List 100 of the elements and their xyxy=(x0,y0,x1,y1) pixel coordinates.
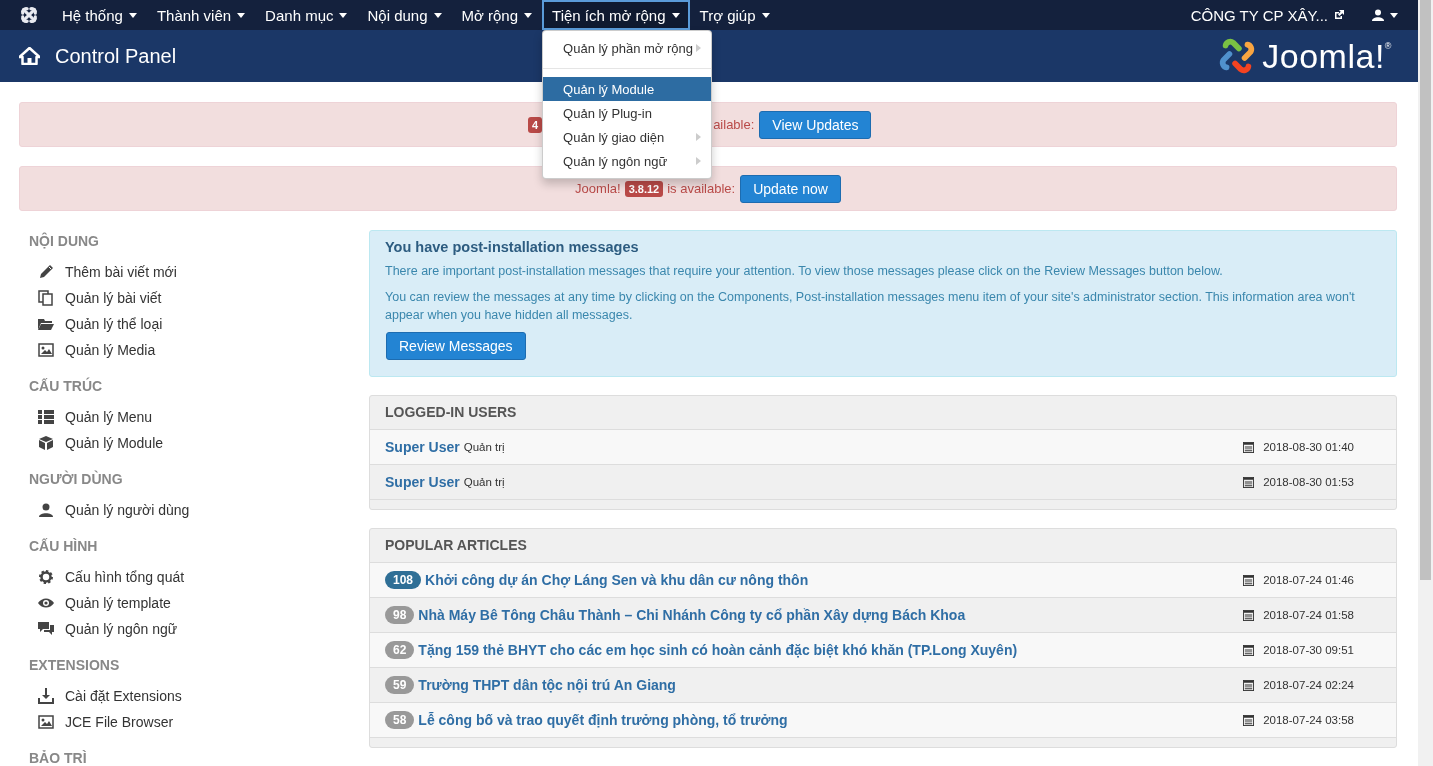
hits-badge: 58 xyxy=(385,711,415,729)
joomla-logo-icon[interactable] xyxy=(20,6,38,24)
login-time: 2018-08-30 01:53 xyxy=(1263,476,1354,488)
chat-icon xyxy=(38,621,54,637)
submenu-arrow-icon xyxy=(696,133,702,141)
caret-icon xyxy=(524,12,533,18)
update-now-button[interactable]: Update now xyxy=(740,174,841,203)
nav-menu[interactable]: Thành viên xyxy=(146,0,256,30)
panel-title: LOGGED-IN USERS xyxy=(384,403,518,422)
sidebar-heading: NỘI DUNG xyxy=(29,232,100,250)
alert-text: ailable: xyxy=(713,117,755,132)
sidebar-link[interactable]: Quản lý template xyxy=(65,595,171,611)
hits-badge: 62 xyxy=(385,641,415,659)
calendar-icon xyxy=(1243,714,1255,726)
count-badge: 4 xyxy=(528,116,543,133)
sidebar-heading: CẤU HÌNH xyxy=(29,537,99,555)
user-link[interactable]: Super User xyxy=(385,474,460,490)
scrollbar[interactable] xyxy=(1418,0,1433,766)
folder-icon xyxy=(38,316,54,332)
nav-menu[interactable]: Trợ giúp xyxy=(689,0,780,30)
logo-text: Joomla!$^{®}$ xyxy=(1262,36,1392,76)
article-link[interactable]: Tặng 159 thẻ BHYT cho các em học sinh có hoàn cảnh đặc biệt khó khăn (TP.Long Xuyên) xyxy=(418,642,1018,658)
user-icon xyxy=(38,502,54,518)
info-text: There are important post-installation messages that require your attention. To view those messages please click on the Review Messages button below. xyxy=(385,263,1224,280)
calendar-icon xyxy=(1243,441,1255,453)
hits-badge: 98 xyxy=(385,606,415,624)
user-link[interactable]: Super User xyxy=(385,439,460,455)
view-updates-button[interactable]: View Updates xyxy=(759,110,872,139)
caret-icon xyxy=(1390,12,1398,18)
article-date: 2018-07-24 01:46 xyxy=(1263,574,1354,586)
article-date: 2018-07-24 02:24 xyxy=(1263,679,1354,691)
info-text: You can review the messages at any time by clicking on the Components, Post-installation messages menu item of your site's administrator section. This information area won't appear when you have hidden all messages. xyxy=(385,289,1356,324)
info-title: You have post-installation messages xyxy=(385,239,640,255)
alert-text: is available: xyxy=(667,181,736,196)
nav-menu[interactable]: Danh mục xyxy=(255,0,358,30)
nav-menu[interactable]: Tiện ích mở rộng xyxy=(542,0,690,30)
user-role: Quản trị xyxy=(463,441,505,453)
sidebar-link[interactable]: Quản lý bài viết xyxy=(65,290,162,306)
user-role: Quản trị xyxy=(463,476,505,488)
sidebar-link[interactable]: JCE File Browser xyxy=(65,714,174,730)
calendar-icon xyxy=(1243,574,1255,586)
sidebar-link[interactable]: Thêm bài viết mới xyxy=(65,264,177,280)
dropdown-item[interactable]: Quản lý Plug-in xyxy=(543,101,712,125)
login-time: 2018-08-30 01:40 xyxy=(1263,441,1354,453)
external-link-icon xyxy=(1334,10,1344,20)
caret-icon xyxy=(128,12,137,18)
list-icon xyxy=(38,409,54,425)
scrollbar-thumb[interactable] xyxy=(1420,0,1431,580)
user-icon xyxy=(1372,9,1384,21)
submenu-arrow-icon xyxy=(696,44,702,52)
review-messages-button[interactable]: Review Messages xyxy=(386,332,526,360)
sidebar-link[interactable]: Cài đặt Extensions xyxy=(65,688,182,704)
article-date: 2018-07-24 03:58 xyxy=(1263,714,1354,726)
sidebar-link[interactable]: Quản lý người dùng xyxy=(65,502,190,518)
sidebar-heading: BẢO TRÌ xyxy=(29,749,88,766)
calendar-icon xyxy=(1243,679,1255,691)
article-link[interactable]: Nhà Máy Bê Tông Châu Thành – Chi Nhánh Công ty cổ phần Xây dựng Bách Khoa xyxy=(418,607,966,623)
cube-icon xyxy=(38,435,54,451)
submenu-arrow-icon xyxy=(696,157,702,165)
pencil-icon xyxy=(38,264,54,280)
panel-title: POPULAR ARTICLES xyxy=(384,536,528,555)
sidebar-link[interactable]: Cấu hình tổng quát xyxy=(65,569,185,585)
image-icon xyxy=(38,342,54,358)
article-date: 2018-07-24 01:58 xyxy=(1263,609,1354,621)
sidebar-heading: CẤU TRÚC xyxy=(29,377,104,395)
joomla-logo-icon xyxy=(1218,37,1257,75)
alert-text: Joomla! xyxy=(575,181,621,196)
sidebar-heading: NGƯỜI DÙNG xyxy=(29,470,124,488)
nav-menu[interactable]: Mở rộng xyxy=(451,0,543,30)
site-link[interactable]: CÔNG TY CP XÂY... xyxy=(1176,0,1358,30)
sidebar-link[interactable]: Quản lý Module xyxy=(65,435,164,451)
caret-icon xyxy=(339,12,348,18)
article-link[interactable]: Lễ công bố và trao quyết định trưởng phòng, tổ trưởng xyxy=(418,712,788,728)
calendar-icon xyxy=(1243,644,1255,656)
nav-menu[interactable]: Hệ thống xyxy=(52,0,147,30)
calendar-icon xyxy=(1243,476,1255,488)
sidebar-link[interactable]: Quản lý Menu xyxy=(65,409,153,425)
article-link[interactable]: Khởi công dự án Chợ Láng Sen và khu dân cư nông thôn xyxy=(425,572,809,588)
article-link[interactable]: Trường THPT dân tộc nội trú An Giang xyxy=(418,677,676,693)
hits-badge: 108 xyxy=(385,571,422,589)
version-badge: 3.8.12 xyxy=(624,180,664,197)
calendar-icon xyxy=(1243,609,1255,621)
sidebar-link[interactable]: Quản lý thể loại xyxy=(65,316,163,332)
caret-icon xyxy=(761,12,770,18)
dropdown-item[interactable]: Quản lý giao diện xyxy=(543,125,712,149)
copy-icon xyxy=(38,290,54,306)
nav-menu[interactable]: Nội dung xyxy=(357,0,452,30)
caret-icon xyxy=(433,12,442,18)
dropdown-item[interactable]: Quản lý phần mở rộng xyxy=(543,36,712,60)
sidebar-link[interactable]: Quản lý ngôn ngữ xyxy=(65,621,178,637)
caret-icon xyxy=(671,12,680,18)
sidebar-heading: EXTENSIONS xyxy=(29,656,121,674)
article-date: 2018-07-30 09:51 xyxy=(1263,644,1354,656)
gear-icon xyxy=(38,569,54,585)
sidebar-link[interactable]: Quản lý Media xyxy=(65,342,156,358)
image-icon xyxy=(38,714,54,730)
dropdown-item[interactable]: Quản lý Module xyxy=(543,77,712,101)
dropdown-item[interactable]: Quản lý ngôn ngữ xyxy=(543,149,712,173)
download-icon xyxy=(38,688,54,704)
home-icon xyxy=(19,47,40,65)
